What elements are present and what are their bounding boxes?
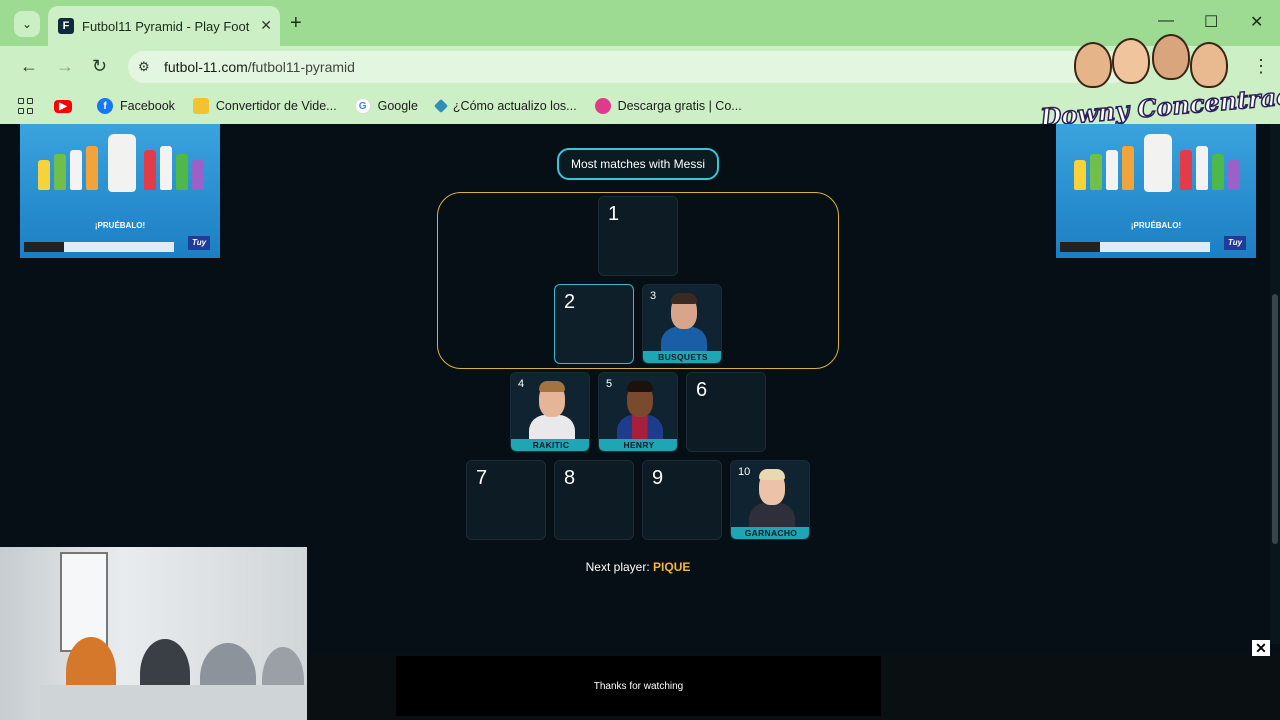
pyramid-slot-7[interactable]: 7 xyxy=(466,460,546,540)
ad-banner-right[interactable]: ¡PRUÉBALO! Tuy xyxy=(1056,124,1256,258)
stream-logo: Downy Concentrao xyxy=(1038,34,1280,133)
next-player-name: PIQUE xyxy=(653,560,691,574)
youtube-icon: ▶ xyxy=(54,99,72,113)
player-photo xyxy=(749,469,795,533)
slot-number: 8 xyxy=(564,467,576,489)
table-image xyxy=(40,685,307,720)
player-name: BUSQUETS xyxy=(643,351,721,363)
window-image xyxy=(60,552,108,652)
ad-strip-dark xyxy=(24,242,64,252)
facebook-icon: f xyxy=(97,98,113,114)
slot-number: 2 xyxy=(564,291,576,313)
ad-slogan: ¡PRUÉBALO! xyxy=(1130,221,1182,230)
bookmark-google[interactable]: G Google xyxy=(354,98,418,114)
bookmark-label: Facebook xyxy=(120,99,175,113)
player-photo xyxy=(661,293,707,357)
url-text: futbol-11.com/futbol11-pyramid xyxy=(164,59,355,75)
close-ad-button[interactable]: ✕ xyxy=(1252,640,1270,656)
bookmark-label: Descarga gratis | Co... xyxy=(617,99,742,113)
product-bottle-icon xyxy=(108,134,136,192)
slot-number: 4 xyxy=(518,378,525,390)
bookmark-youtube[interactable]: ▶ xyxy=(54,99,79,113)
bookmark-label: Convertidor de Vide... xyxy=(215,99,337,113)
tab-title: Futbol11 Pyramid - Play Footba xyxy=(82,18,250,34)
slot-number: 3 xyxy=(650,290,657,302)
pyramid-slot-1[interactable]: 1 xyxy=(598,196,678,276)
slot-number: 7 xyxy=(476,467,488,489)
pyramid-slot-5[interactable]: 5 HENRY xyxy=(598,372,678,452)
diamond-icon xyxy=(433,98,448,114)
pyramid-slot-2[interactable]: 2 xyxy=(554,284,634,364)
tab-active[interactable]: F Futbol11 Pyramid - Play Footba ✕ xyxy=(48,6,280,46)
ad-strip-dark xyxy=(1060,242,1100,252)
bookmark-label: ¿Cómo actualizo los... xyxy=(452,99,577,113)
futbol11-favicon-icon: F xyxy=(58,18,74,34)
pyramid-slot-4[interactable]: 4 RAKITIC xyxy=(510,372,590,452)
webcam-overlay xyxy=(0,547,307,720)
player-name: GARNACHO xyxy=(731,527,809,539)
pyramid-slot-8[interactable]: 8 xyxy=(554,460,634,540)
pyramid-slot-9[interactable]: 9 xyxy=(642,460,722,540)
video-ad[interactable]: Thanks for watching xyxy=(396,656,881,716)
slot-number: 10 xyxy=(738,466,751,478)
back-button[interactable]: ← xyxy=(20,56,38,77)
slot-number: 5 xyxy=(606,378,613,390)
apps-grid-icon[interactable] xyxy=(18,98,34,114)
slot-number: 1 xyxy=(608,203,620,225)
ad-brand: Tuy xyxy=(188,236,210,250)
slot-number: 9 xyxy=(652,467,664,489)
category-title: Most matches with Messi xyxy=(557,148,719,180)
new-tab-button[interactable]: + xyxy=(290,12,302,35)
video-ad-text: Thanks for watching xyxy=(593,680,684,692)
next-player-label: Next player: xyxy=(585,560,650,574)
player-name: RAKITIC xyxy=(511,439,589,451)
pyramid-slot-10[interactable]: 10 GARNACHO xyxy=(730,460,810,540)
tab-close-icon[interactable]: ✕ xyxy=(260,17,272,34)
address-bar[interactable]: ⚙ futbol-11.com/futbol11-pyramid xyxy=(128,51,1128,83)
google-icon: G xyxy=(354,98,371,114)
bookmark-descarga[interactable]: Descarga gratis | Co... xyxy=(594,98,742,114)
reload-button[interactable]: ↻ xyxy=(92,56,107,77)
pyramid-slot-3[interactable]: 3 BUSQUETS xyxy=(642,284,722,364)
bookmark-facebook[interactable]: f Facebook xyxy=(97,98,175,114)
close-window-button[interactable]: ✕ xyxy=(1250,12,1263,32)
bookmark-label: Google xyxy=(377,99,418,113)
folder-icon xyxy=(192,98,209,114)
bookmark-convertidor[interactable]: Convertidor de Vide... xyxy=(192,98,337,114)
minimize-button[interactable]: — xyxy=(1158,12,1174,30)
url-domain: futbol-11.com xyxy=(164,59,248,75)
forward-button[interactable]: → xyxy=(56,56,74,77)
slot-number: 6 xyxy=(696,379,708,401)
tab-search-button[interactable]: ⌄ xyxy=(14,11,40,37)
player-photo xyxy=(617,381,663,445)
player-photo xyxy=(529,381,575,445)
bookmark-como-actualizo[interactable]: ¿Cómo actualizo los... xyxy=(433,98,577,114)
ad-slogan: ¡PRUÉBALO! xyxy=(94,221,146,230)
drop-icon xyxy=(594,98,611,114)
ad-banner-left[interactable]: ¡PRUÉBALO! Tuy xyxy=(20,124,220,258)
product-bottle-icon xyxy=(1144,134,1172,192)
site-info-icon[interactable]: ⚙ xyxy=(138,59,156,75)
player-name: HENRY xyxy=(599,439,677,451)
scroll-thumb[interactable] xyxy=(1272,294,1278,544)
ad-brand: Tuy xyxy=(1224,236,1246,250)
pyramid-slot-6[interactable]: 6 xyxy=(686,372,766,452)
maximize-button[interactable]: ☐ xyxy=(1204,12,1218,32)
url-path: /futbol11-pyramid xyxy=(247,59,355,75)
